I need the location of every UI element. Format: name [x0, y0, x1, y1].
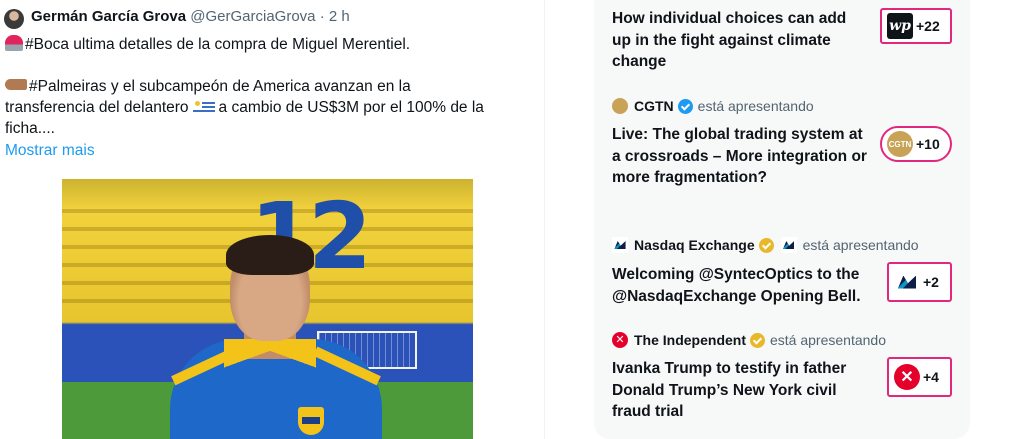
tweet-line: #Boca ultima detalles de la compra de Mi…	[25, 36, 411, 53]
news-item[interactable]: How individual choices can add up in the…	[612, 8, 970, 73]
cgtn-logo-icon	[612, 98, 628, 114]
news-source-name[interactable]: The Independent	[634, 332, 746, 348]
badge-count: +10	[916, 136, 940, 152]
author-handle[interactable]: @GerGarciaGrova	[190, 8, 315, 25]
backhand-index-pointing-right-icon	[5, 79, 27, 90]
tweet-line: a cambio de US$3M por el 100% de la	[218, 99, 484, 116]
news-badge[interactable]: wp +22	[880, 8, 952, 44]
news-badge[interactable]: +2	[887, 262, 952, 302]
news-source-line: CGTN está apresentando	[612, 96, 970, 116]
tweet-line: transferencia del delantero	[5, 99, 189, 116]
tweet-line: #Palmeiras y el subcampeón de America av…	[29, 78, 411, 95]
badge-count: +2	[923, 274, 939, 290]
club-crest-icon	[298, 407, 324, 435]
independent-eagle-logo-icon: ✕	[612, 332, 628, 348]
separator-dot: ·	[319, 8, 325, 25]
badge-count: +22	[916, 18, 940, 34]
news-source-name[interactable]: CGTN	[634, 98, 674, 114]
news-source-status: está apresentando	[802, 237, 919, 253]
cgtn-logo-icon: CGTN	[887, 131, 913, 157]
shirt-collar	[224, 339, 316, 369]
news-source-line: Nasdaq Exchange está apresentando	[612, 235, 970, 255]
tweet-text: #Boca ultima detalles de la compra de Mi…	[5, 34, 535, 139]
uruguay-flag-icon	[192, 100, 215, 114]
news-source-line: ✕ The Independent está apresentando	[612, 330, 970, 350]
author-name[interactable]: Germán García Grova	[31, 8, 186, 25]
badge-count: +4	[923, 369, 939, 385]
news-badge[interactable]: ✕ +4	[887, 357, 952, 397]
nasdaq-logo-icon	[894, 269, 920, 295]
news-item[interactable]: CGTN está apresentando Live: The global …	[612, 96, 970, 189]
tweet-line: ficha....	[5, 120, 55, 137]
avatar[interactable]	[4, 9, 24, 29]
nasdaq-logo-icon	[612, 237, 628, 253]
verified-badge-icon	[677, 98, 693, 114]
news-feed-panel: How individual choices can add up in the…	[594, 0, 970, 439]
news-item[interactable]: ✕ The Independent está apresentando Ivan…	[612, 330, 970, 423]
siren-icon	[5, 35, 23, 51]
news-headline[interactable]: How individual choices can add up in the…	[612, 8, 867, 73]
washington-post-logo-icon: wp	[887, 13, 913, 39]
news-headline[interactable]: Welcoming @SyntecOptics to the @NasdaqEx…	[612, 264, 867, 307]
news-item[interactable]: Nasdaq Exchange está apresentando Welcom…	[612, 235, 970, 307]
tweet-author-line: Germán García Grova @GerGarciaGrova · 2 …	[31, 8, 350, 25]
news-headline[interactable]: Ivanka Trump to testify in father Donald…	[612, 358, 867, 423]
independent-eagle-logo-icon: ✕	[894, 364, 920, 390]
news-source-status: está apresentando	[770, 332, 886, 348]
news-source-status: está apresentando	[697, 98, 814, 114]
player-hair	[226, 235, 314, 275]
tweet-card[interactable]: Germán García Grova @GerGarciaGrova · 2 …	[0, 0, 545, 439]
show-more-link[interactable]: Mostrar mais	[5, 142, 95, 160]
tweet-time[interactable]: 2 h	[329, 8, 350, 25]
verified-badge-icon	[758, 237, 774, 253]
nasdaq-logo-icon	[780, 237, 797, 253]
news-headline[interactable]: Live: The global trading system at a cro…	[612, 124, 867, 189]
news-badge[interactable]: CGTN +10	[880, 126, 952, 162]
verified-badge-icon	[750, 332, 765, 348]
news-source-name[interactable]: Nasdaq Exchange	[634, 237, 755, 253]
tweet-media-image[interactable]: 12	[62, 179, 473, 439]
